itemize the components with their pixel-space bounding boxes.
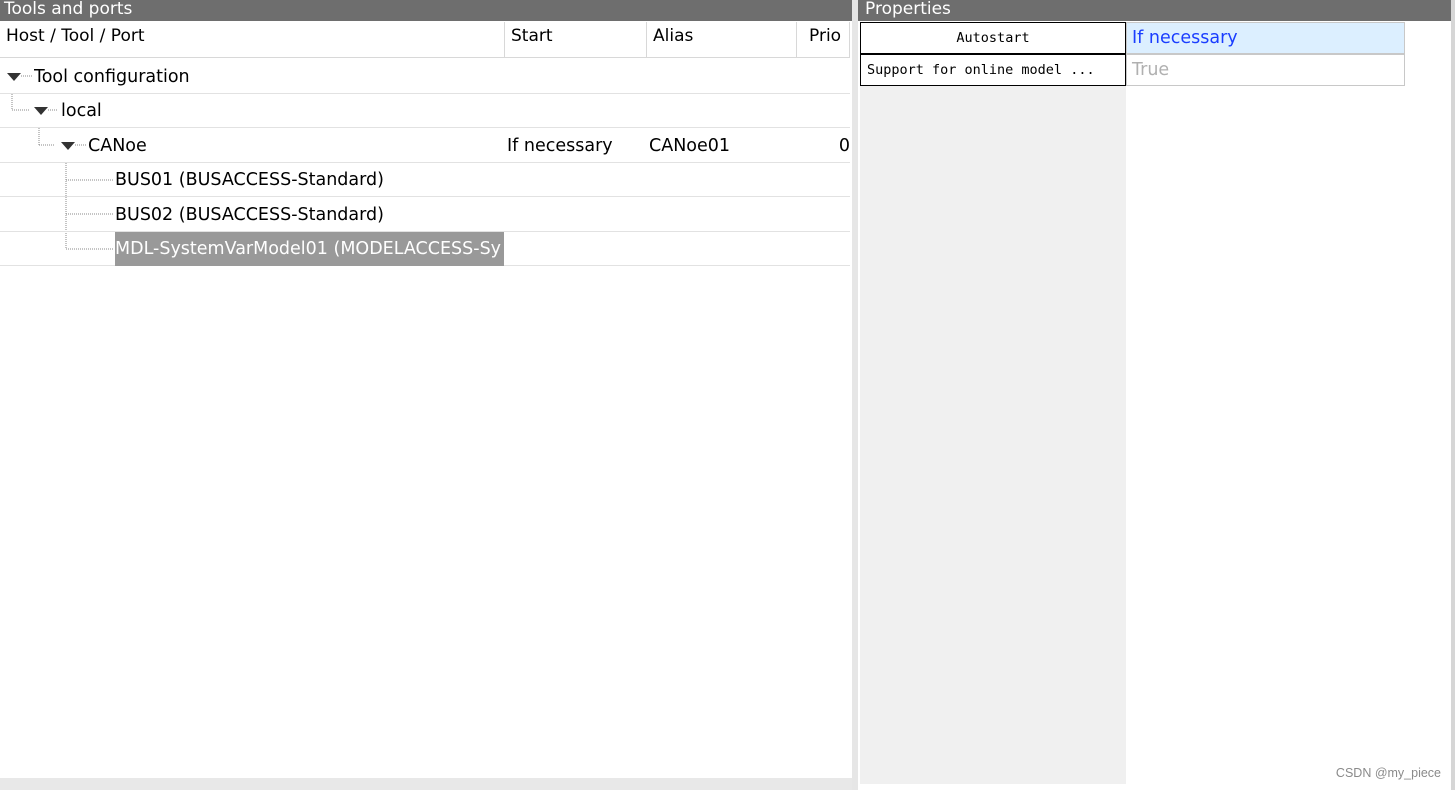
watermark: CSDN @my_piece xyxy=(1335,766,1441,780)
property-value-support-online-model: True xyxy=(1126,54,1405,86)
column-header-prio[interactable]: Prio xyxy=(797,22,850,58)
property-names-background xyxy=(860,86,1126,784)
alias-cell[interactable]: CANoe01 xyxy=(649,129,730,163)
horizontal-scrollbar[interactable] xyxy=(0,778,852,790)
tree-row-label: CANoe xyxy=(88,136,147,156)
tools-and-ports-title: Tools and ports xyxy=(0,0,852,21)
tools-and-ports-panel: Tools and ports Host / Tool / Port Start… xyxy=(0,0,852,790)
properties-title: Properties xyxy=(858,0,1455,21)
tree-row-bus02[interactable]: BUS02 (BUSACCESS-Standard) xyxy=(0,198,850,232)
tree-row-label: local xyxy=(61,101,102,121)
tree-row-local[interactable]: local xyxy=(0,94,850,128)
property-value-autostart[interactable]: If necessary xyxy=(1126,22,1405,54)
column-header-start[interactable]: Start xyxy=(505,22,647,58)
column-header-alias[interactable]: Alias xyxy=(647,22,797,58)
tree-row-label: BUS01 (BUSACCESS-Standard) xyxy=(115,170,384,190)
tree-row-bus01[interactable]: BUS01 (BUSACCESS-Standard) xyxy=(0,163,850,197)
prio-cell[interactable]: 0 xyxy=(800,129,850,163)
tree-row-label: Tool configuration xyxy=(34,67,190,87)
property-name-autostart[interactable]: Autostart xyxy=(860,22,1126,54)
tree-row-tool-configuration[interactable]: Tool configuration xyxy=(0,60,850,94)
tree-row-label-selected: MDL-SystemVarModel01 (MODELACCESS-Sy xyxy=(115,232,504,266)
column-header-host-tool-port[interactable]: Host / Tool / Port xyxy=(0,22,505,58)
window-right-edge xyxy=(1451,0,1455,790)
expand-triangle-icon[interactable] xyxy=(7,73,21,81)
start-cell[interactable]: If necessary xyxy=(507,129,613,163)
property-name-support-online-model[interactable]: Support for online model ... xyxy=(860,54,1126,86)
tree-row-canoe[interactable]: CANoe If necessary CANoe01 0 xyxy=(0,129,850,163)
expand-triangle-icon[interactable] xyxy=(61,142,75,150)
expand-triangle-icon[interactable] xyxy=(34,107,48,115)
tree-row-mdl-systemvarmodel01[interactable]: MDL-SystemVarModel01 (MODELACCESS-Sy xyxy=(0,232,850,266)
tree-row-label: BUS02 (BUSACCESS-Standard) xyxy=(115,205,384,225)
